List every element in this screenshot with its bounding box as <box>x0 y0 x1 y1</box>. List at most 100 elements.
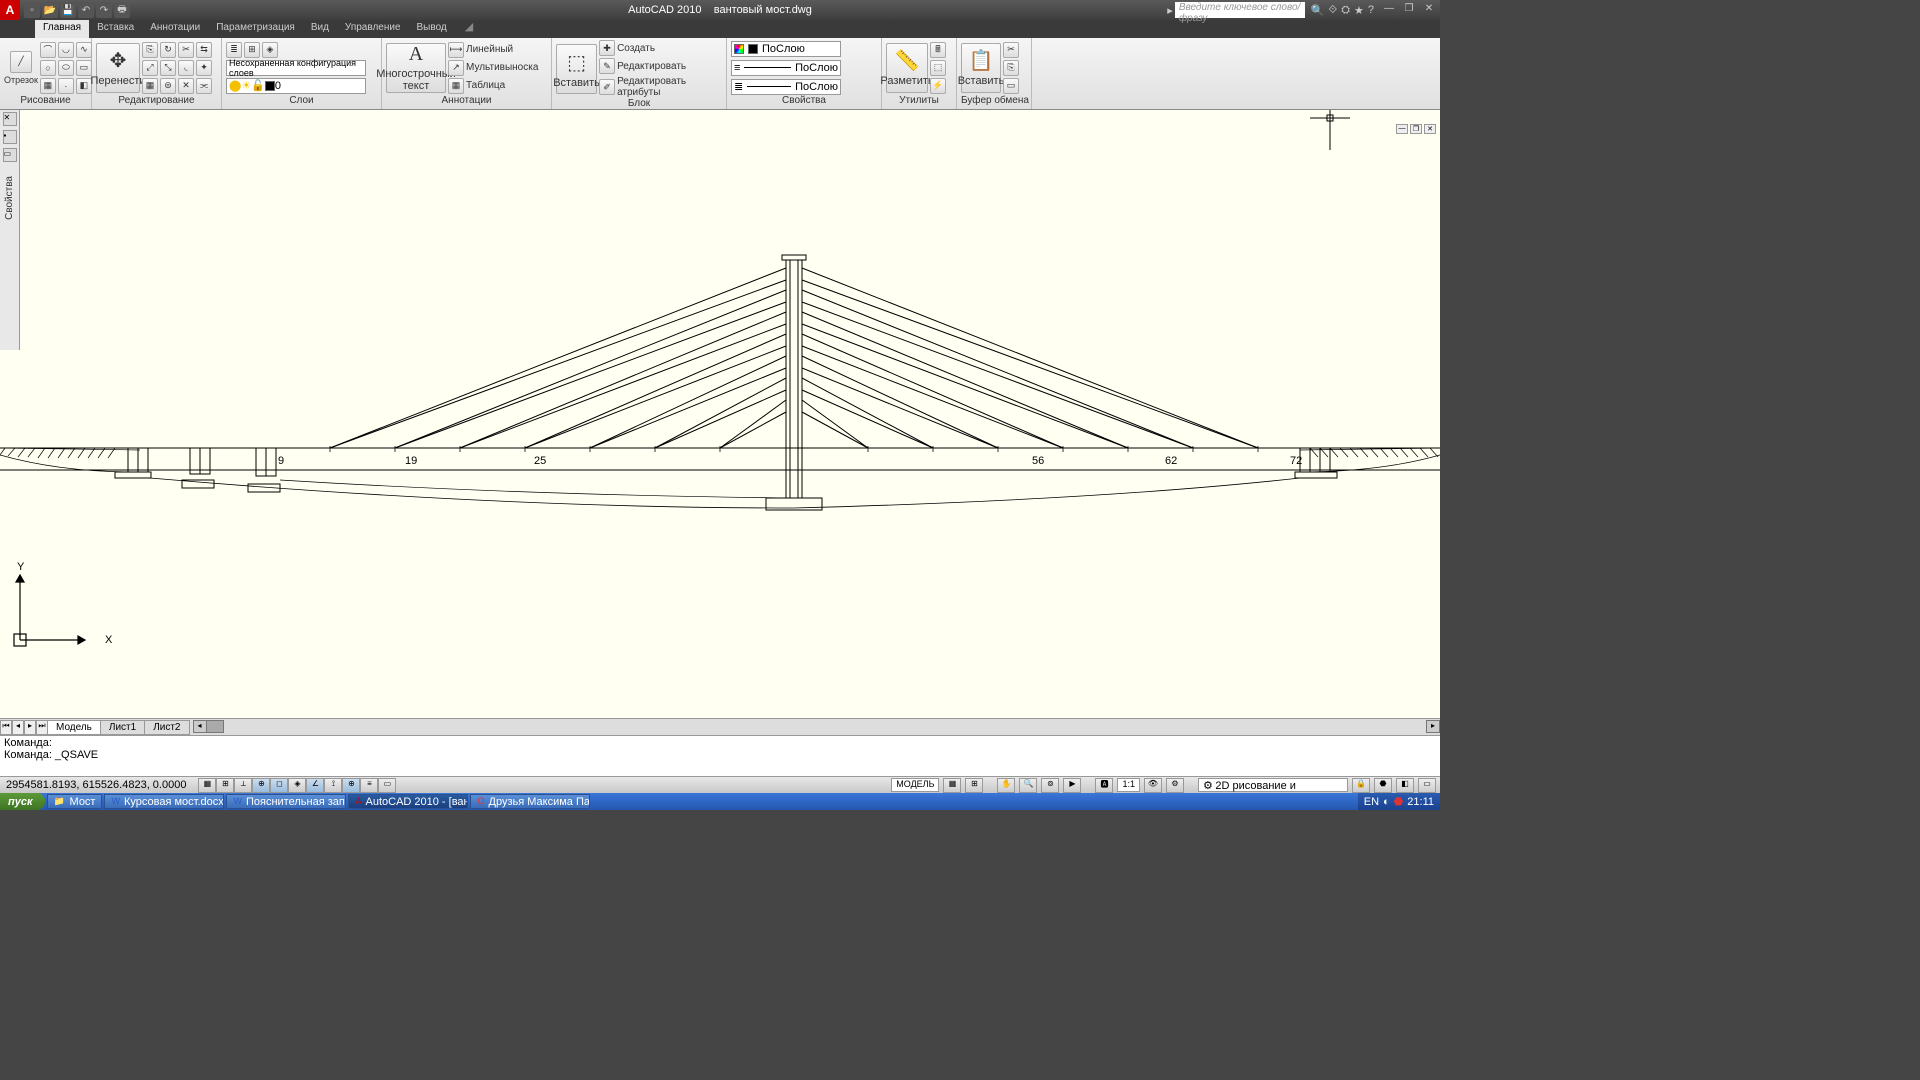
ribbon-expand-icon[interactable]: ◢ <box>465 20 473 38</box>
isolate-icon[interactable]: ◧ <box>1396 778 1414 793</box>
minimize-button[interactable]: — <box>1380 3 1398 17</box>
block-edit-icon[interactable]: ✎ <box>599 58 615 74</box>
task-word2[interactable]: WПояснительная запи... <box>226 794 346 809</box>
print-icon[interactable]: 🖶 <box>114 2 130 18</box>
task-folder[interactable]: 📁Мост <box>47 794 103 809</box>
paste-button[interactable]: 📋 Вставить <box>961 43 1001 93</box>
subscription-icon[interactable]: ⛭ <box>1341 4 1350 17</box>
calc-icon[interactable]: 🖩 <box>930 42 946 58</box>
task-opera[interactable]: OДрузья Максима Па... <box>470 794 590 809</box>
offset-icon[interactable]: ⊜ <box>160 78 176 94</box>
measure-button[interactable]: 📏 Разметить <box>886 43 928 93</box>
quickview-drawings-icon[interactable]: ⊞ <box>965 778 983 793</box>
app-menu-icon[interactable]: A <box>0 0 20 20</box>
comm-icon[interactable]: ⟐ <box>1329 4 1338 17</box>
tab-model[interactable]: Модель <box>47 720 101 735</box>
workspace-combo[interactable]: ⚙ 2D рисование и аннотации▾ <box>1198 778 1348 792</box>
tab-next-icon[interactable]: ▸ <box>24 720 36 735</box>
layer-iso-icon[interactable]: ◈ <box>262 42 278 58</box>
annoscale-icon[interactable]: 🅰 <box>1095 778 1113 793</box>
mtext-button[interactable]: A Многострочный текст <box>386 43 446 93</box>
layer-combo[interactable]: ⬤ ☀ 🔓 0 <box>226 78 366 94</box>
table-icon[interactable]: ▦ <box>448 78 464 94</box>
tab-manage[interactable]: Управление <box>337 20 409 38</box>
search-icon[interactable]: 🔍 <box>1311 4 1325 17</box>
steering-icon[interactable]: ⊚ <box>1041 778 1059 793</box>
erase-icon[interactable]: ✕ <box>178 78 194 94</box>
match-icon[interactable]: ▭ <box>1003 78 1019 94</box>
layer-state-combo[interactable]: Несохраненная конфигурация слоев <box>226 60 366 76</box>
showmotion-icon[interactable]: ▶ <box>1063 778 1081 793</box>
ducs-toggle[interactable]: ⟟ <box>324 778 342 793</box>
hardware-accel-icon[interactable]: ⬣ <box>1374 778 1392 793</box>
ortho-toggle[interactable]: ⟂ <box>234 778 252 793</box>
rect-icon[interactable]: ▭ <box>76 60 92 76</box>
otrack-toggle[interactable]: ∠ <box>306 778 324 793</box>
anno-scale-combo[interactable]: 1:1 <box>1117 778 1140 792</box>
redo-icon[interactable]: ↷ <box>96 2 112 18</box>
select-icon[interactable]: ⬚ <box>930 60 946 76</box>
hscroll-left-icon[interactable]: ◂ <box>193 720 207 733</box>
clean-screen-icon[interactable]: ▭ <box>1418 778 1436 793</box>
cut-icon[interactable]: ✂ <box>1003 42 1019 58</box>
hscrollbar[interactable]: ◂ ▸ <box>194 720 1441 735</box>
snap-toggle[interactable]: ▦ <box>198 778 216 793</box>
fillet-icon[interactable]: ◟ <box>178 60 194 76</box>
palette-close-icon[interactable]: ✕ <box>3 112 17 126</box>
scale-icon[interactable]: ⤡ <box>160 60 176 76</box>
palette-options-icon[interactable]: ▭ <box>3 148 17 162</box>
new-icon[interactable]: ▫ <box>24 2 40 18</box>
insert-block-button[interactable]: ⬚ Вставить <box>556 44 597 94</box>
array-icon[interactable]: ▦ <box>142 78 158 94</box>
quickview-layouts-icon[interactable]: ▦ <box>943 778 961 793</box>
tab-annotate[interactable]: Аннотации <box>142 20 208 38</box>
tray-network-icon[interactable]: ◐ <box>1383 796 1390 808</box>
annoauto-icon[interactable]: ⚙ <box>1166 778 1184 793</box>
tab-home[interactable]: Главная <box>35 20 89 38</box>
doc-restore-icon[interactable]: ❐ <box>1410 124 1422 134</box>
tab-output[interactable]: Вывод <box>409 20 455 38</box>
lang-indicator[interactable]: EN <box>1364 796 1379 808</box>
polyline-icon[interactable]: ⌒ <box>40 42 56 58</box>
drawing-area[interactable]: — ❐ ✕ <box>0 110 1440 718</box>
tab-parametric[interactable]: Параметризация <box>208 20 303 38</box>
join-icon[interactable]: ⫘ <box>196 78 212 94</box>
spline-icon[interactable]: ∿ <box>76 42 92 58</box>
tab-view[interactable]: Вид <box>303 20 337 38</box>
rotate-icon[interactable]: ↻ <box>160 42 176 58</box>
layer-props-icon[interactable]: ≣ <box>226 42 242 58</box>
color-combo[interactable]: ПоСлою <box>731 41 841 57</box>
hatch-icon[interactable]: ▦ <box>40 78 56 94</box>
tab-sheet1[interactable]: Лист1 <box>100 720 145 735</box>
lwt-toggle[interactable]: ≡ <box>360 778 378 793</box>
restore-button[interactable]: ❐ <box>1400 3 1418 17</box>
coordinates[interactable]: 2954581.8193, 615526.4823, 0.0000 <box>0 779 192 791</box>
mleader-icon[interactable]: ↗ <box>448 60 464 76</box>
tab-insert[interactable]: Вставка <box>89 20 142 38</box>
help-icon[interactable]: ? <box>1368 4 1374 17</box>
clock[interactable]: 21:11 <box>1407 796 1434 808</box>
favorites-icon[interactable]: ★ <box>1354 4 1364 17</box>
dyn-toggle[interactable]: ⊕ <box>342 778 360 793</box>
start-button[interactable]: пуск <box>0 793 45 810</box>
model-space-button[interactable]: МОДЕЛЬ <box>891 778 939 792</box>
layer-states-icon[interactable]: ⊞ <box>244 42 260 58</box>
undo-icon[interactable]: ↶ <box>78 2 94 18</box>
palette-pin-icon[interactable]: ▪ <box>3 130 17 144</box>
tab-first-icon[interactable]: ⏮ <box>0 720 12 735</box>
lock-ui-icon[interactable]: 🔒 <box>1352 778 1370 793</box>
ellipse-icon[interactable]: ⬭ <box>58 60 74 76</box>
trim-icon[interactable]: ✂ <box>178 42 194 58</box>
close-button[interactable]: ✕ <box>1420 3 1438 17</box>
open-icon[interactable]: 📂 <box>42 2 58 18</box>
move-button[interactable]: ✥ Перенести <box>96 43 140 93</box>
explode-icon[interactable]: ✦ <box>196 60 212 76</box>
block-create-icon[interactable]: ✚ <box>599 40 615 56</box>
copy-clip-icon[interactable]: ⎘ <box>1003 60 1019 76</box>
pan-icon[interactable]: ✋ <box>997 778 1015 793</box>
line-icon[interactable]: ╱ <box>10 51 32 73</box>
hscroll-right-icon[interactable]: ▸ <box>1426 720 1440 733</box>
mirror-icon[interactable]: ⇆ <box>196 42 212 58</box>
tab-prev-icon[interactable]: ◂ <box>12 720 24 735</box>
task-word1[interactable]: WКурсовая мост.docx ... <box>104 794 224 809</box>
